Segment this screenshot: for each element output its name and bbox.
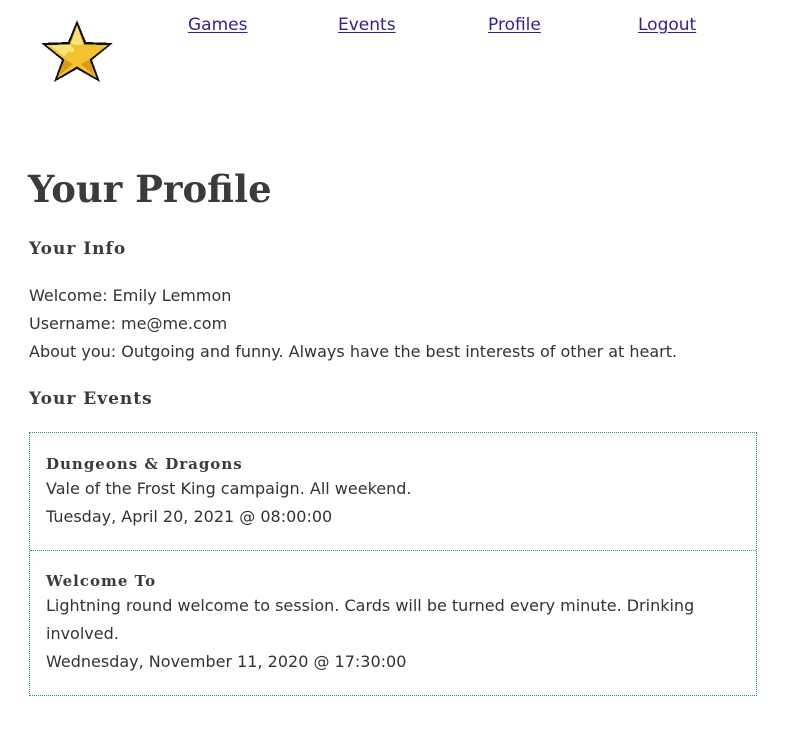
- pixel-star-icon: [41, 20, 113, 82]
- event-description: Vale of the Frost King campaign. All wee…: [46, 479, 412, 498]
- nav-profile-link[interactable]: Profile: [488, 15, 541, 35]
- username-text: Username: me@me.com: [29, 314, 228, 333]
- nav-games-link[interactable]: Games: [188, 15, 247, 35]
- events-heading: Your Events: [29, 389, 153, 409]
- event-card: Dungeons & Dragons Vale of the Frost Kin…: [30, 433, 756, 550]
- user-info: Welcome: Emily Lemmon Username: me@me.co…: [29, 282, 769, 366]
- logo: [40, 18, 115, 84]
- nav-events-link[interactable]: Events: [338, 15, 396, 35]
- about-text: About you: Outgoing and funny. Always ha…: [29, 342, 678, 361]
- nav-logout-link[interactable]: Logout: [638, 15, 696, 35]
- welcome-text: Welcome: Emily Lemmon: [29, 286, 232, 305]
- event-title: Dungeons & Dragons: [46, 455, 243, 473]
- event-description: Lightning round welcome to session. Card…: [46, 596, 695, 643]
- page-title: Your Profile: [28, 167, 272, 211]
- info-heading: Your Info: [29, 239, 127, 259]
- event-title: Welcome To: [46, 572, 157, 590]
- event-card: Welcome To Lightning round welcome to se…: [30, 550, 756, 695]
- event-date: Wednesday, November 11, 2020 @ 17:30:00: [46, 652, 407, 671]
- event-date: Tuesday, April 20, 2021 @ 08:00:00: [46, 507, 333, 526]
- events-list: Dungeons & Dragons Vale of the Frost Kin…: [29, 432, 757, 696]
